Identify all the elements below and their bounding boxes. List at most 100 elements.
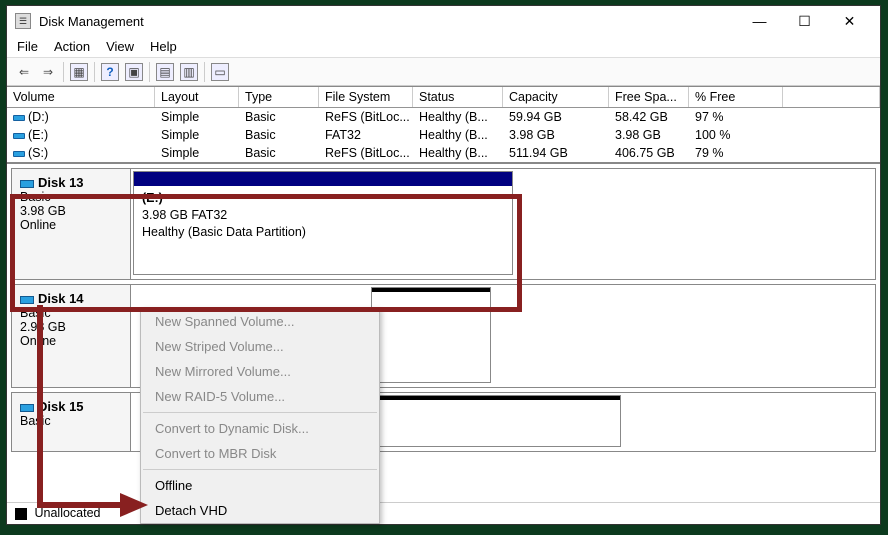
disk-type: Basic (20, 306, 122, 320)
cell-layout: Simple (155, 145, 239, 161)
toolbar-divider (94, 62, 95, 82)
col-capacity[interactable]: Capacity (503, 87, 609, 107)
ctx-convert-mbr: Convert to MBR Disk (141, 441, 379, 466)
disk-type: Basic (20, 414, 122, 428)
partition-status: Healthy (Basic Data Partition) (142, 224, 504, 241)
disk-size: 3.98 GB (20, 204, 122, 218)
menu-view[interactable]: View (106, 39, 134, 54)
disk-15-header[interactable]: Disk 15 Basic (11, 392, 131, 452)
ctx-detach-vhd[interactable]: Detach VHD (141, 498, 379, 523)
cell-pfree: 97 % (689, 109, 783, 125)
ctx-new-mirrored: New Mirrored Volume... (141, 359, 379, 384)
col-fs[interactable]: File System (319, 87, 413, 107)
app-icon: ☰ (15, 13, 31, 29)
cell-fs: FAT32 (319, 127, 413, 143)
menu-help[interactable]: Help (150, 39, 177, 54)
disk-type: Basic (20, 190, 122, 204)
disk-management-window: ☰ Disk Management — ☐ ✕ File Action View… (6, 5, 881, 525)
unallocated-swatch (15, 508, 27, 520)
disk-icon (20, 180, 34, 188)
partition-color-bar (372, 396, 620, 410)
disk-panel: Disk 13 Basic 3.98 GB Online (E:) 3.98 G… (7, 163, 880, 502)
menubar: File Action View Help (7, 36, 880, 58)
toolbar-divider (204, 62, 205, 82)
disk-icon (20, 404, 34, 412)
cell-fs: ReFS (BitLoc... (319, 109, 413, 125)
partition-label: (E:) (142, 190, 504, 207)
window-title: Disk Management (39, 14, 737, 29)
cell-status: Healthy (B... (413, 109, 503, 125)
menu-file[interactable]: File (17, 39, 38, 54)
ctx-convert-dynamic: Convert to Dynamic Disk... (141, 416, 379, 441)
toolbar: ⇐ ⇒ ▦ ? ▣ ▤ ▥ ▭ (7, 58, 880, 86)
col-volume[interactable]: Volume (7, 87, 155, 107)
col-type[interactable]: Type (239, 87, 319, 107)
forward-icon[interactable]: ⇒ (39, 63, 57, 81)
partition-desc: (E:) 3.98 GB FAT32 Healthy (Basic Data P… (134, 186, 512, 245)
toolbar-divider (63, 62, 64, 82)
close-button[interactable]: ✕ (827, 7, 872, 35)
toolbar-btn-4[interactable]: ▤ (156, 63, 174, 81)
cell-status: Healthy (B... (413, 127, 503, 143)
toolbar-btn-5[interactable]: ▥ (180, 63, 198, 81)
ctx-separator (143, 412, 377, 413)
cell-layout: Simple (155, 109, 239, 125)
toolbar-btn-6[interactable]: ▭ (211, 63, 229, 81)
partition[interactable] (371, 287, 491, 383)
cell-volume: (D:) (7, 109, 155, 125)
cell-type: Basic (239, 145, 319, 161)
col-free[interactable]: Free Spa... (609, 87, 689, 107)
toolbar-btn-1[interactable]: ▦ (70, 63, 88, 81)
help-icon[interactable]: ? (101, 63, 119, 81)
col-pfree[interactable]: % Free (689, 87, 783, 107)
disk-13-row[interactable]: Disk 13 Basic 3.98 GB Online (E:) 3.98 G… (11, 168, 876, 280)
partition[interactable] (371, 395, 621, 447)
partition-desc (372, 302, 490, 310)
ctx-new-raid5: New RAID-5 Volume... (141, 384, 379, 409)
partition-color-bar (134, 172, 512, 186)
ctx-offline[interactable]: Offline (141, 473, 379, 498)
disk-14-header[interactable]: Disk 14 Basic 2.98 GB Online (11, 284, 131, 388)
toolbar-divider (149, 62, 150, 82)
cell-volume: (E:) (7, 127, 155, 143)
volume-row[interactable]: (E:) Simple Basic FAT32 Healthy (B... 3.… (7, 126, 880, 144)
maximize-button[interactable]: ☐ (782, 7, 827, 35)
cell-pfree: 100 % (689, 127, 783, 143)
ctx-new-spanned: New Spanned Volume... (141, 309, 379, 334)
grid-header: Volume Layout Type File System Status Ca… (7, 86, 880, 108)
back-icon[interactable]: ⇐ (15, 63, 33, 81)
cell-cap: 3.98 GB (503, 127, 609, 143)
menu-action[interactable]: Action (54, 39, 90, 54)
minimize-button[interactable]: — (737, 7, 782, 35)
disk-state: Online (20, 334, 122, 348)
col-layout[interactable]: Layout (155, 87, 239, 107)
disk-size: 2.98 GB (20, 320, 122, 334)
disk-13-header[interactable]: Disk 13 Basic 3.98 GB Online (11, 168, 131, 280)
col-status[interactable]: Status (413, 87, 503, 107)
partition-size-fs: 3.98 GB FAT32 (142, 207, 504, 224)
partition-color-bar (372, 288, 490, 302)
cell-cap: 511.94 GB (503, 145, 609, 161)
ctx-separator (143, 469, 377, 470)
disk-13-body: (E:) 3.98 GB FAT32 Healthy (Basic Data P… (131, 168, 876, 280)
cell-layout: Simple (155, 127, 239, 143)
partition-e[interactable]: (E:) 3.98 GB FAT32 Healthy (Basic Data P… (133, 171, 513, 275)
legend-unallocated: Unallocated (34, 506, 100, 520)
toolbar-btn-3[interactable]: ▣ (125, 63, 143, 81)
volume-grid: Volume Layout Type File System Status Ca… (7, 86, 880, 163)
context-menu: New Spanned Volume... New Striped Volume… (140, 308, 380, 524)
cell-free: 58.42 GB (609, 109, 689, 125)
disk-icon (20, 296, 34, 304)
disk-title: Disk 13 (38, 175, 84, 190)
cell-free: 3.98 GB (609, 127, 689, 143)
cell-free: 406.75 GB (609, 145, 689, 161)
cell-cap: 59.94 GB (503, 109, 609, 125)
ctx-new-striped: New Striped Volume... (141, 334, 379, 359)
volume-row[interactable]: (S:) Simple Basic ReFS (BitLoc... Health… (7, 144, 880, 162)
col-spacer (783, 87, 880, 107)
disk-title: Disk 15 (38, 399, 84, 414)
cell-type: Basic (239, 127, 319, 143)
volume-row[interactable]: (D:) Simple Basic ReFS (BitLoc... Health… (7, 108, 880, 126)
cell-status: Healthy (B... (413, 145, 503, 161)
status-bar: Unallocated (7, 502, 880, 524)
